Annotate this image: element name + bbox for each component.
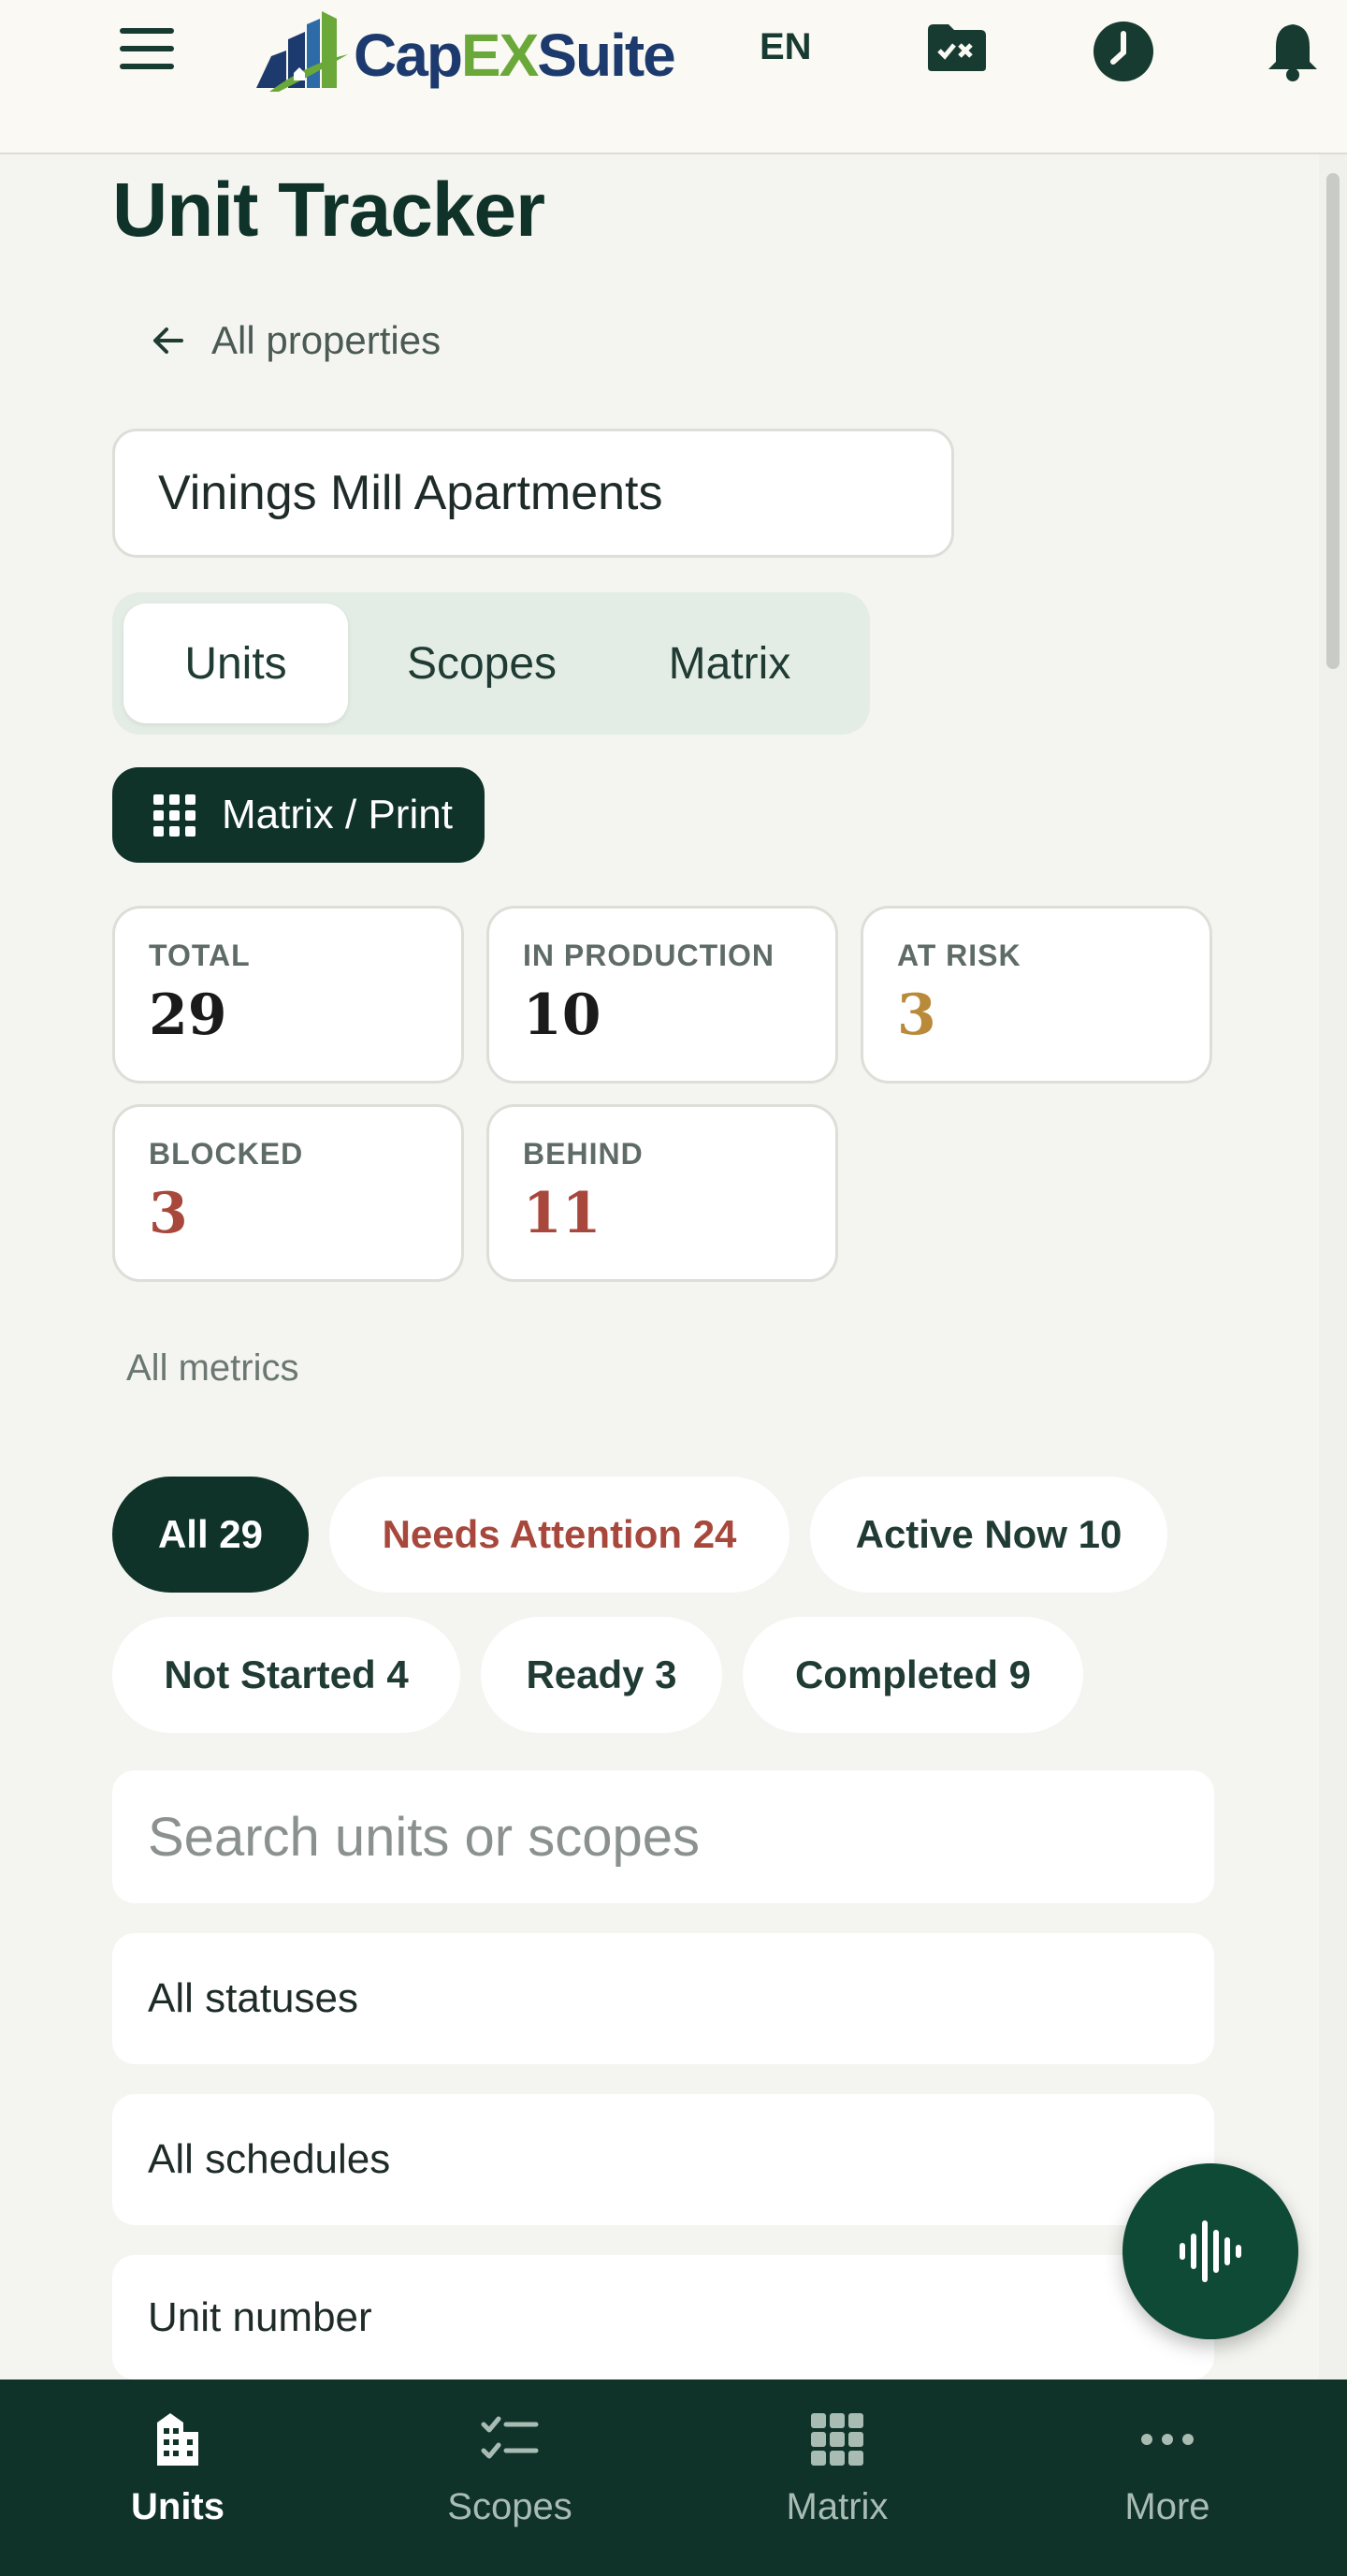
tab-matrix[interactable]: Matrix (617, 604, 842, 723)
stat-label: TOTAL (149, 939, 251, 972)
sort-select[interactable]: Unit number (112, 2255, 1214, 2380)
bottom-navigation: Units Scopes Matrix More (0, 2380, 1347, 2576)
property-name: Vinings Mill Apartments (158, 466, 663, 520)
filter-chip-all[interactable]: All 29 (112, 1477, 309, 1593)
filter-chip-ready[interactable]: Ready 3 (481, 1617, 722, 1733)
voice-assistant-button[interactable] (1122, 2163, 1298, 2339)
scrollbar-thumb[interactable] (1326, 173, 1340, 669)
logo-building-icon (256, 11, 348, 92)
logo-wordmark: CapEXSuite (354, 22, 676, 89)
nav-item-scopes[interactable]: Scopes (341, 2380, 678, 2576)
filter-chip-not-started[interactable]: Not Started 4 (112, 1617, 460, 1733)
search-input[interactable]: Search units or scopes (112, 1770, 1214, 1903)
stat-card-total[interactable]: TOTAL 29 (112, 906, 464, 1084)
stat-label: BEHIND (523, 1137, 644, 1171)
tab-units[interactable]: Units (123, 604, 348, 723)
stat-card-at-risk[interactable]: AT RISK 3 (861, 906, 1212, 1084)
stat-label: BLOCKED (149, 1137, 304, 1171)
stat-label: AT RISK (897, 939, 1021, 972)
nav-label: More (1124, 2486, 1210, 2527)
stat-value: 29 (149, 982, 227, 1048)
filter-chip-completed[interactable]: Completed 9 (743, 1617, 1083, 1733)
stat-value: 3 (897, 982, 936, 1048)
matrix-print-button[interactable]: Matrix / Print (112, 767, 485, 863)
clock-icon[interactable] (1093, 21, 1154, 82)
stat-card-blocked[interactable]: BLOCKED 3 (112, 1104, 464, 1282)
stat-value: 3 (149, 1181, 188, 1246)
stat-card-behind[interactable]: BEHIND 11 (486, 1104, 838, 1282)
nav-label: Scopes (447, 2486, 572, 2527)
stat-value: 10 (523, 982, 601, 1048)
property-selector[interactable]: Vinings Mill Apartments (112, 429, 954, 558)
schedule-select[interactable]: All schedules (112, 2094, 1214, 2225)
page-scrollbar[interactable] (1319, 154, 1347, 2419)
bell-icon[interactable] (1265, 21, 1321, 82)
matrix-print-label: Matrix / Print (222, 792, 453, 837)
nav-item-units[interactable]: Units (9, 2380, 346, 2576)
filter-chip-active-now[interactable]: Active Now 10 (810, 1477, 1167, 1593)
checklist-icon (481, 2416, 539, 2459)
view-tabs: Units Scopes Matrix (112, 592, 870, 735)
folder-check-icon[interactable] (926, 22, 988, 73)
stat-label: IN PRODUCTION (523, 939, 775, 972)
tab-scopes[interactable]: Scopes (374, 604, 589, 723)
more-icon (1141, 2434, 1194, 2445)
arrow-left-icon (153, 327, 183, 354)
page-title: Unit Tracker (112, 167, 545, 253)
nav-label: Matrix (786, 2486, 889, 2527)
back-to-properties-link[interactable]: All properties (150, 318, 441, 363)
nav-item-more[interactable]: More (999, 2380, 1336, 2576)
language-selector[interactable]: EN (760, 26, 812, 68)
nav-label: Units (131, 2486, 224, 2527)
stat-card-in-production[interactable]: IN PRODUCTION 10 (486, 906, 838, 1084)
menu-icon[interactable] (120, 28, 174, 69)
stat-value: 11 (523, 1181, 601, 1246)
grid-icon (811, 2413, 863, 2466)
building-icon (157, 2413, 198, 2466)
back-link-label: All properties (211, 318, 442, 362)
waveform-icon (1180, 2220, 1241, 2282)
top-app-bar: CapEXSuite EN (0, 0, 1347, 154)
capex-suite-logo[interactable]: CapEXSuite (251, 7, 676, 94)
grid-icon (153, 793, 196, 837)
status-select[interactable]: All statuses (112, 1933, 1214, 2064)
filter-chip-needs-attention[interactable]: Needs Attention 24 (329, 1477, 789, 1593)
nav-item-matrix[interactable]: Matrix (669, 2380, 1006, 2576)
all-metrics-link[interactable]: All metrics (126, 1347, 298, 1390)
